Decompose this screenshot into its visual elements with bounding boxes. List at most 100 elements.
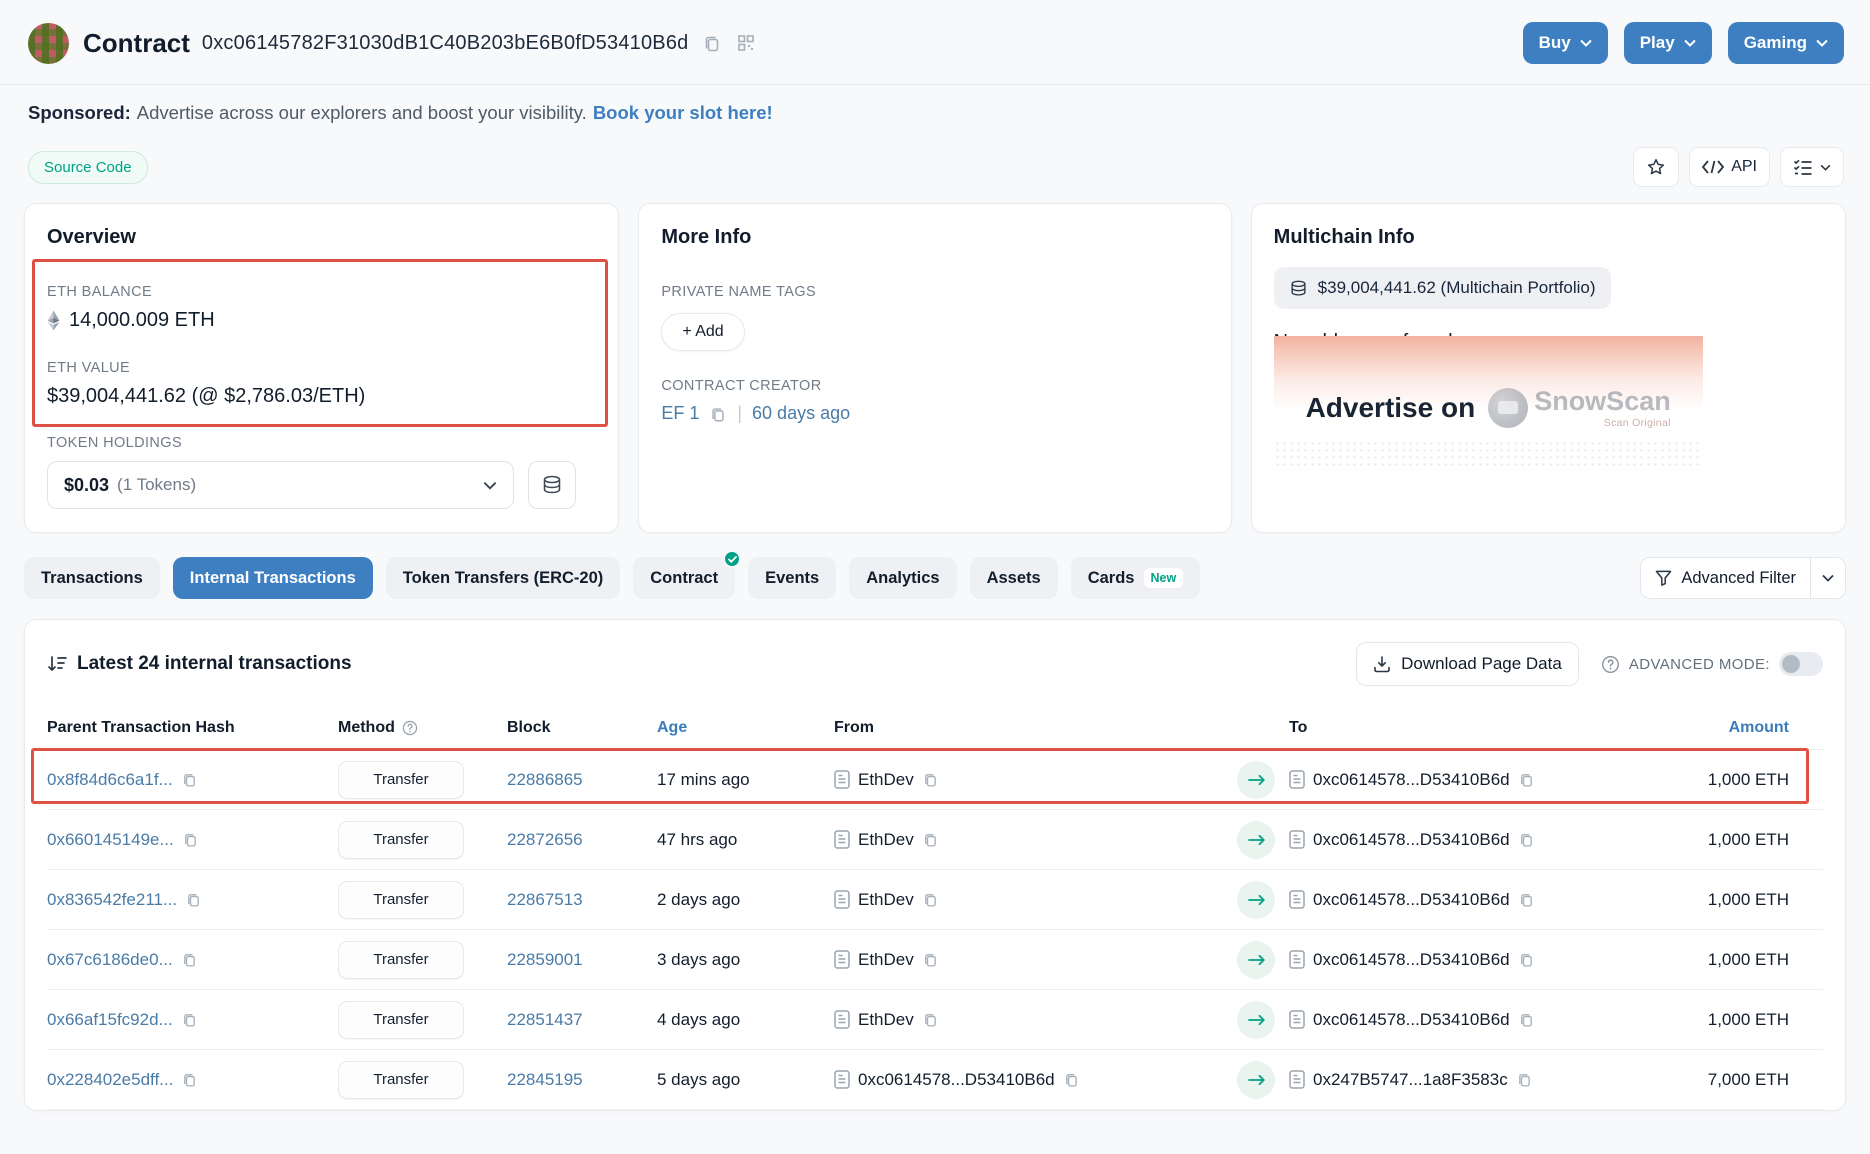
parent-tx-hash-link[interactable]: 0x660145149e... [47, 830, 174, 850]
to-address[interactable]: 0xc0614578...D53410B6d [1313, 950, 1510, 970]
parent-tx-hash-link[interactable]: 0x67c6186de0... [47, 950, 173, 970]
method-badge[interactable]: Transfer [338, 1001, 464, 1039]
token-wallet-button[interactable] [528, 461, 576, 509]
sponsored-banner: Sponsored:Advertise across our explorers… [0, 85, 1870, 141]
method-badge[interactable]: Transfer [338, 881, 464, 919]
col-amount[interactable]: Amount [1617, 719, 1823, 737]
creator-link[interactable]: EF 1 [661, 403, 699, 424]
copy-hash-icon[interactable] [181, 1011, 198, 1028]
parent-tx-hash-link[interactable]: 0x836542fe211... [47, 890, 177, 910]
to-address[interactable]: 0xc0614578...D53410B6d [1313, 830, 1510, 850]
direction-arrow-icon [1237, 881, 1275, 919]
amount-text: 1,000 ETH [1708, 890, 1789, 909]
direction-arrow-icon [1237, 1061, 1275, 1099]
multichain-portfolio-value: $39,004,441.62 (Multichain Portfolio) [1318, 278, 1596, 298]
contract-file-icon [834, 770, 850, 789]
more-info-title: More Info [661, 226, 1208, 249]
sponsored-link[interactable]: Book your slot here! [593, 102, 773, 123]
copy-creator-icon[interactable] [709, 405, 727, 423]
block-link[interactable]: 22872656 [507, 830, 583, 850]
creation-tx-link[interactable]: 60 days ago [752, 403, 850, 424]
tab-cards[interactable]: CardsNew [1071, 557, 1200, 599]
advanced-filter-button[interactable]: Advanced Filter [1640, 557, 1846, 599]
direction-arrow-icon [1237, 821, 1275, 859]
buy-button[interactable]: Buy [1523, 22, 1608, 64]
from-address[interactable]: EthDev [858, 890, 914, 910]
copy-hash-icon[interactable] [181, 951, 198, 968]
tab-transactions[interactable]: Transactions [24, 557, 160, 599]
copy-hash-icon[interactable] [181, 771, 198, 788]
copy-from-icon[interactable] [922, 1011, 939, 1028]
multichain-portfolio-badge[interactable]: $39,004,441.62 (Multichain Portfolio) [1274, 267, 1611, 309]
copy-from-icon[interactable] [1063, 1071, 1080, 1088]
add-name-tag-button[interactable]: + Add [661, 313, 744, 351]
qr-code-icon[interactable] [736, 33, 756, 53]
to-address[interactable]: 0x247B5747...1a8F3583c [1313, 1070, 1508, 1090]
copy-from-icon[interactable] [922, 771, 939, 788]
to-address[interactable]: 0xc0614578...D53410B6d [1313, 770, 1510, 790]
copy-from-icon[interactable] [922, 831, 939, 848]
copy-to-icon[interactable] [1518, 951, 1535, 968]
tab-label: Transactions [41, 569, 143, 588]
tab-analytics[interactable]: Analytics [849, 557, 956, 599]
download-button-label: Download Page Data [1401, 654, 1562, 674]
copy-hash-icon[interactable] [182, 831, 199, 848]
play-button[interactable]: Play [1624, 22, 1712, 64]
from-address[interactable]: EthDev [858, 950, 914, 970]
from-address[interactable]: 0xc0614578...D53410B6d [858, 1070, 1055, 1090]
advanced-filter-dropdown[interactable] [1810, 558, 1845, 598]
copy-to-icon[interactable] [1518, 891, 1535, 908]
info-cards: Overview ETH BALANCE 14,000.009 ETH ETH … [0, 203, 1870, 533]
tab-token-transfers-erc-20-[interactable]: Token Transfers (ERC-20) [386, 557, 621, 599]
checklist-menu-button[interactable] [1780, 147, 1844, 187]
direction-arrow-icon [1237, 941, 1275, 979]
method-badge[interactable]: Transfer [338, 761, 464, 799]
code-icon [1702, 160, 1724, 174]
copy-from-icon[interactable] [922, 951, 939, 968]
copy-hash-icon[interactable] [181, 1071, 198, 1088]
contract-file-icon [834, 1070, 850, 1089]
block-link[interactable]: 22859001 [507, 950, 583, 970]
copy-to-icon[interactable] [1518, 1011, 1535, 1028]
favorite-button[interactable] [1633, 147, 1679, 187]
tab-internal-transactions[interactable]: Internal Transactions [173, 557, 373, 599]
copy-address-icon[interactable] [702, 33, 722, 53]
copy-from-icon[interactable] [922, 891, 939, 908]
parent-tx-hash-link[interactable]: 0x66af15fc92d... [47, 1010, 173, 1030]
download-page-data-button[interactable]: Download Page Data [1356, 642, 1579, 686]
block-link[interactable]: 22845195 [507, 1070, 583, 1090]
to-address[interactable]: 0xc0614578...D53410B6d [1313, 890, 1510, 910]
parent-tx-hash-link[interactable]: 0x8f84d6c6a1f... [47, 770, 173, 790]
creator-separator: | [737, 403, 742, 424]
source-code-badge[interactable]: Source Code [28, 151, 148, 184]
advertise-banner[interactable]: Advertise on SnowScan Scan Original [1274, 336, 1703, 466]
method-badge[interactable]: Transfer [338, 1061, 464, 1099]
copy-to-icon[interactable] [1518, 771, 1535, 788]
amount-text: 1,000 ETH [1708, 770, 1789, 789]
contract-address: 0xc06145782F31030dB1C40B203bE6B0fD53410B… [202, 32, 689, 55]
copy-to-icon[interactable] [1516, 1071, 1533, 1088]
block-link[interactable]: 22886865 [507, 770, 583, 790]
col-age[interactable]: Age [657, 719, 834, 737]
block-link[interactable]: 22867513 [507, 890, 583, 910]
advanced-mode-toggle[interactable] [1779, 652, 1823, 676]
block-link[interactable]: 22851437 [507, 1010, 583, 1030]
tab-events[interactable]: Events [748, 557, 836, 599]
to-address[interactable]: 0xc0614578...D53410B6d [1313, 1010, 1510, 1030]
api-button[interactable]: API [1689, 147, 1770, 187]
copy-hash-icon[interactable] [185, 891, 202, 908]
from-address[interactable]: EthDev [858, 770, 914, 790]
contract-avatar [28, 23, 69, 64]
new-badge: New [1144, 568, 1184, 588]
from-address[interactable]: EthDev [858, 830, 914, 850]
tab-assets[interactable]: Assets [970, 557, 1058, 599]
method-badge[interactable]: Transfer [338, 941, 464, 979]
from-address[interactable]: EthDev [858, 1010, 914, 1030]
token-holdings-dropdown[interactable]: $0.03 (1 Tokens) [47, 461, 514, 509]
coins-icon [541, 475, 563, 495]
parent-tx-hash-link[interactable]: 0x228402e5dff... [47, 1070, 173, 1090]
tab-contract[interactable]: Contract [633, 557, 735, 599]
method-badge[interactable]: Transfer [338, 821, 464, 859]
gaming-button[interactable]: Gaming [1728, 22, 1844, 64]
copy-to-icon[interactable] [1518, 831, 1535, 848]
